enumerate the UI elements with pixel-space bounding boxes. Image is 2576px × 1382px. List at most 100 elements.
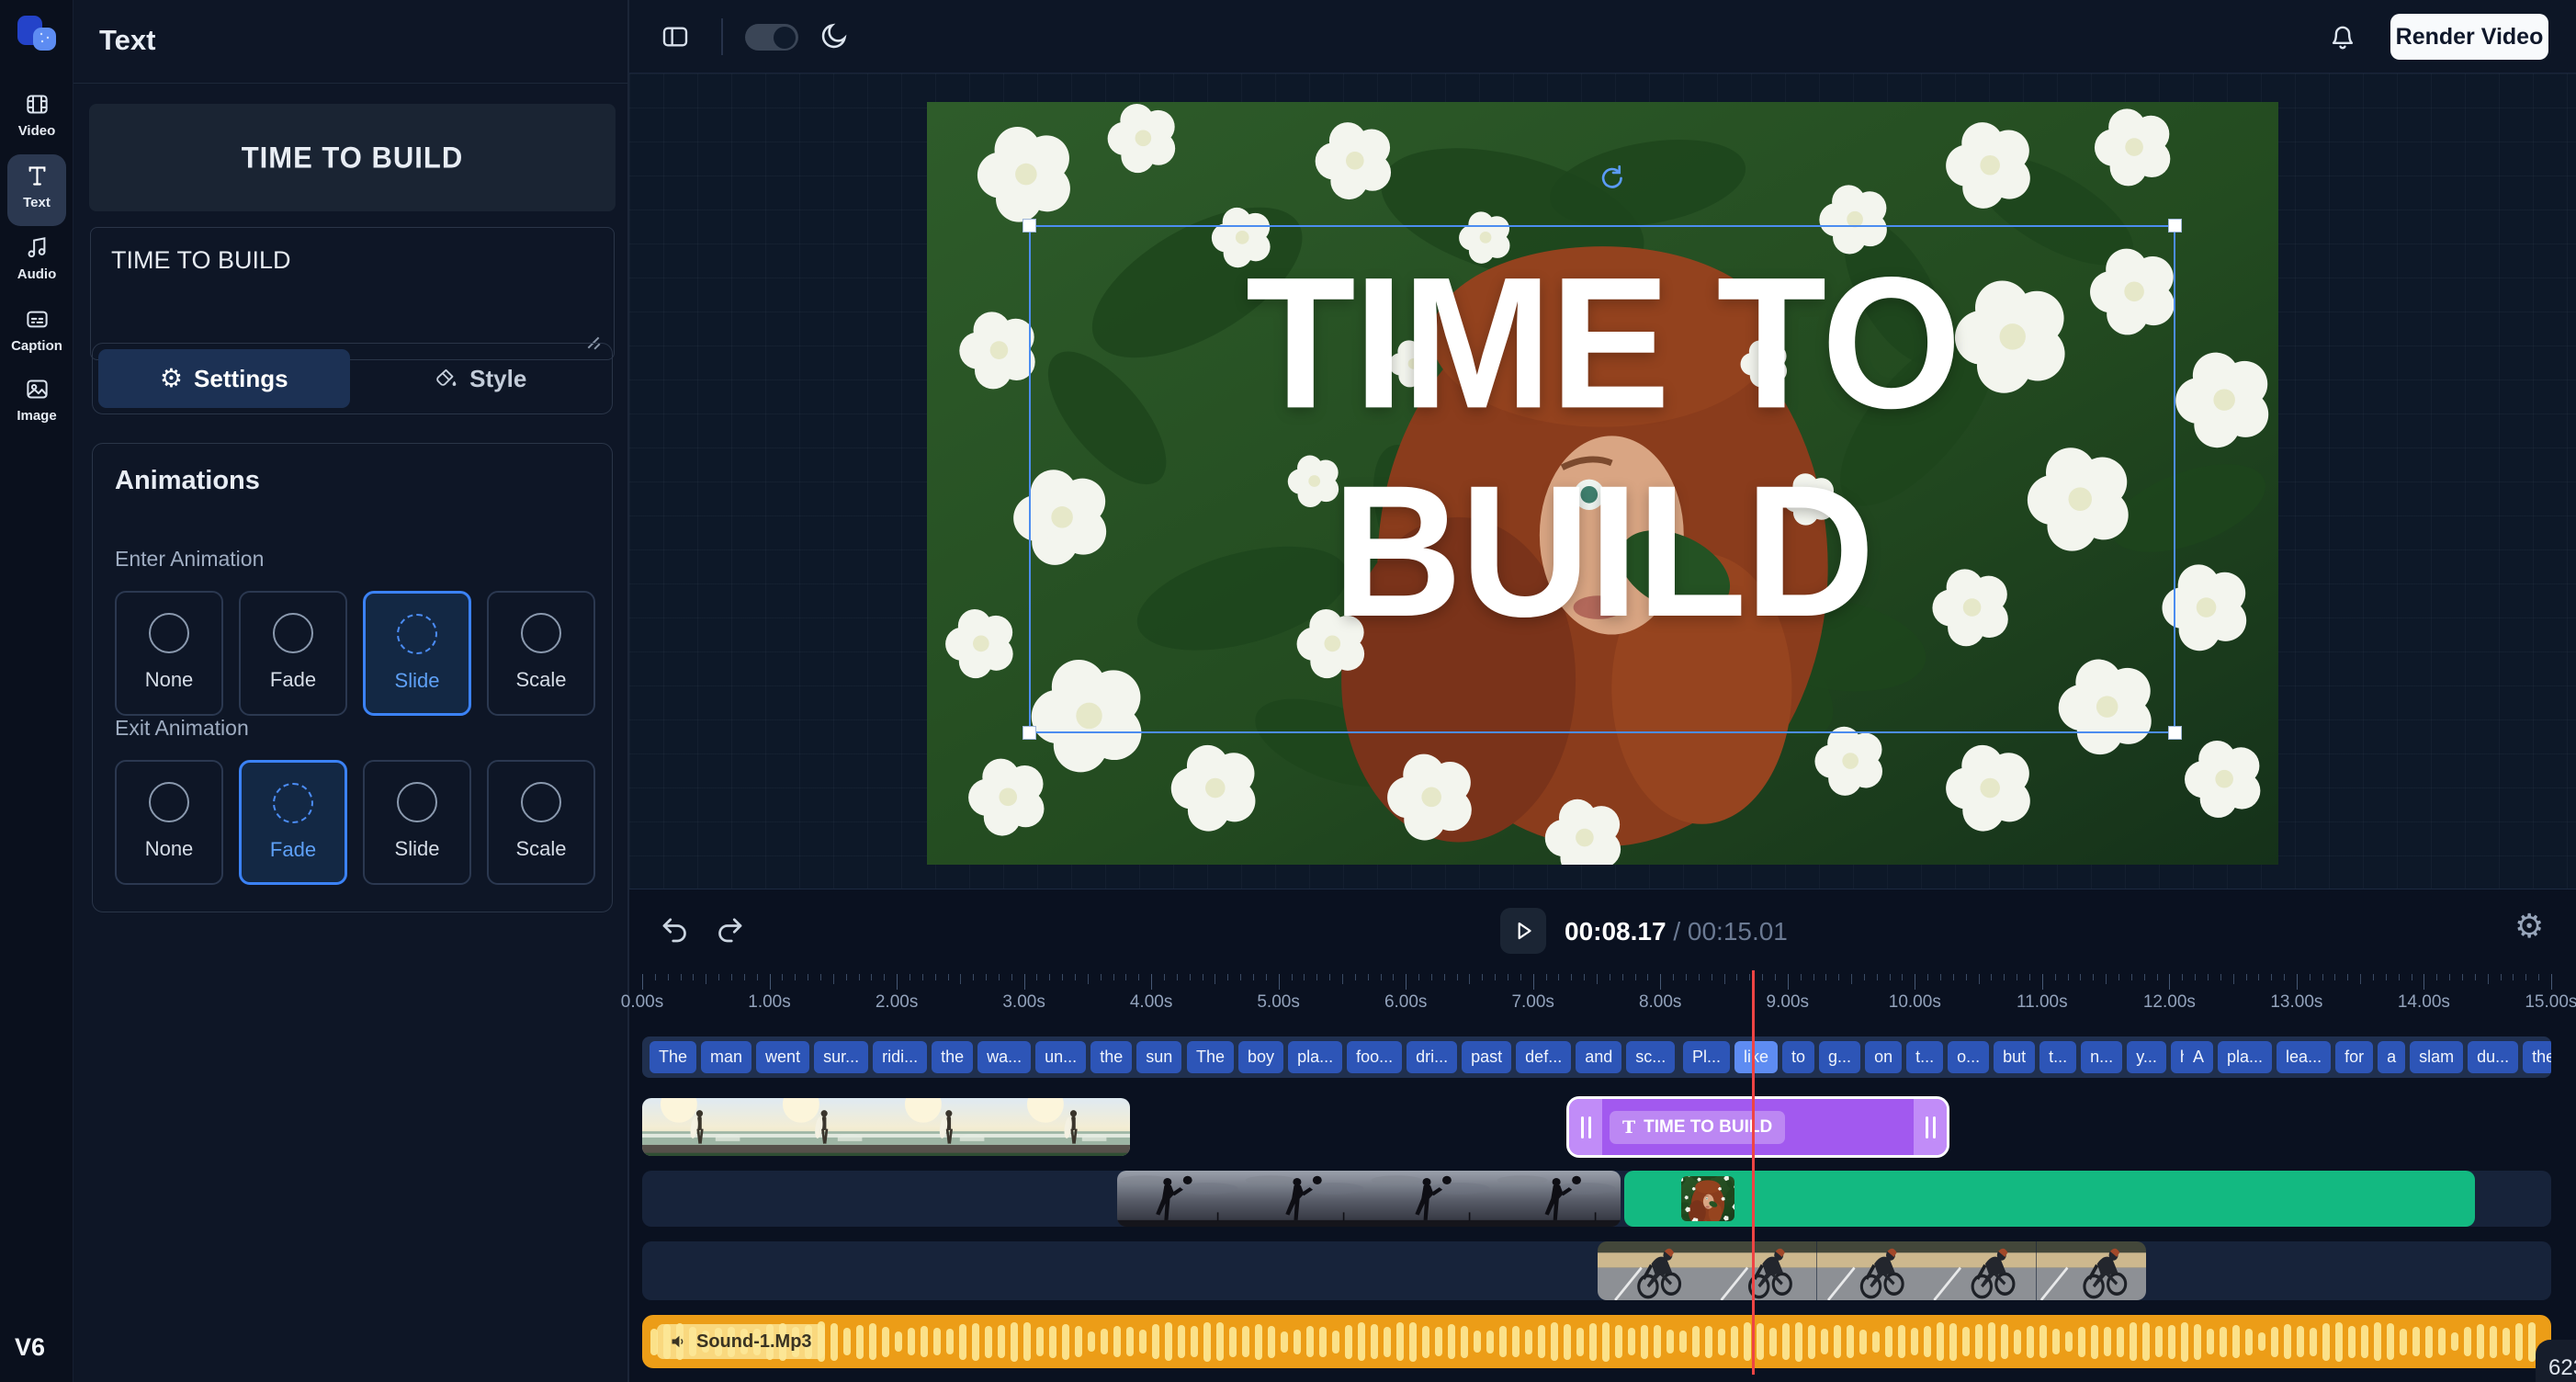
anim-option-enter-none[interactable]: None bbox=[115, 591, 223, 716]
ruler-tick bbox=[681, 974, 682, 980]
text-clip[interactable]: T TIME TO BUILD bbox=[1566, 1096, 1949, 1158]
selection-box[interactable] bbox=[1029, 225, 2175, 733]
caption-word-chip[interactable]: the bbox=[1090, 1041, 1132, 1073]
panel-toggle-icon[interactable] bbox=[661, 22, 690, 51]
anim-option-exit-fade[interactable]: Fade bbox=[239, 760, 347, 885]
caption-word-chip[interactable]: t... bbox=[2039, 1041, 2076, 1073]
ruler-tick bbox=[1979, 974, 1980, 984]
cycling-thumbnail bbox=[1598, 1241, 1707, 1300]
caption-word-chip[interactable]: pla... bbox=[1288, 1041, 1342, 1073]
caption-group: Apla...lea...foraslamdu...the bbox=[2184, 1041, 2551, 1073]
caption-word-chip[interactable]: man bbox=[701, 1041, 751, 1073]
sidebar-item-label: Video bbox=[18, 123, 56, 139]
caption-word-chip[interactable]: dri... bbox=[1407, 1041, 1457, 1073]
sidebar-item-audio[interactable]: Audio bbox=[0, 235, 73, 282]
caption-word-chip[interactable]: A bbox=[2184, 1041, 2213, 1073]
caption-word-chip[interactable]: boy bbox=[1238, 1041, 1283, 1073]
caption-word-chip[interactable]: lea... bbox=[2277, 1041, 2331, 1073]
caption-word-chip[interactable]: and bbox=[1576, 1041, 1621, 1073]
ruler-tick bbox=[1227, 974, 1228, 980]
selection-handle-nw[interactable] bbox=[1022, 219, 1036, 232]
caption-word-chip[interactable]: sc... bbox=[1626, 1041, 1675, 1073]
waveform-bar bbox=[1255, 1324, 1262, 1360]
bell-icon[interactable] bbox=[2327, 20, 2358, 51]
caption-word-chip[interactable]: un... bbox=[1035, 1041, 1086, 1073]
selection-handle-ne[interactable] bbox=[2168, 219, 2182, 232]
trim-handle-left[interactable] bbox=[1569, 1099, 1602, 1155]
render-video-button[interactable]: Render Video bbox=[2390, 14, 2548, 60]
cycling-thumbnail bbox=[1817, 1241, 1926, 1300]
waveform-bar bbox=[1705, 1326, 1712, 1358]
anim-option-enter-slide[interactable]: Slide bbox=[363, 591, 471, 716]
anim-option-exit-slide[interactable]: Slide bbox=[363, 760, 471, 885]
caption-word-chip[interactable]: slam bbox=[2410, 1041, 2463, 1073]
caption-word-chip[interactable]: to bbox=[1782, 1041, 1814, 1073]
anim-option-exit-scale[interactable]: Scale bbox=[487, 760, 595, 885]
sidebar-item-text[interactable]: Text bbox=[0, 164, 73, 210]
caption-word-chip[interactable]: sur... bbox=[814, 1041, 868, 1073]
caption-word-chip[interactable]: g... bbox=[1819, 1041, 1860, 1073]
caption-word-chip[interactable]: ridi... bbox=[873, 1041, 927, 1073]
caption-word-chip[interactable]: o... bbox=[1948, 1041, 1989, 1073]
caption-word-chip[interactable]: n... bbox=[2081, 1041, 2122, 1073]
caption-word-chip[interactable]: but bbox=[1994, 1041, 2035, 1073]
caption-word-chip[interactable]: pla... bbox=[2218, 1041, 2272, 1073]
caption-word-chip[interactable]: the bbox=[2523, 1041, 2551, 1073]
playhead[interactable] bbox=[1752, 970, 1755, 1375]
tab-style[interactable]: Style bbox=[356, 349, 607, 408]
anim-option-label: Scale bbox=[515, 668, 566, 692]
caption-word-chip[interactable]: The bbox=[650, 1041, 696, 1073]
waveform-bar bbox=[1808, 1325, 1815, 1359]
caption-word-chip[interactable]: a bbox=[2378, 1041, 2405, 1073]
ruler-tick bbox=[757, 974, 758, 980]
text-content-input[interactable]: TIME TO BUILD bbox=[90, 227, 615, 360]
video-frame[interactable]: TIME TO BUILD bbox=[927, 102, 2278, 865]
trim-handle-right[interactable] bbox=[1914, 1099, 1947, 1155]
caption-word-chip[interactable]: foo... bbox=[1347, 1041, 1402, 1073]
waveform-bar bbox=[2168, 1325, 2175, 1359]
app-logo[interactable] bbox=[14, 13, 60, 59]
video-clip-soccer[interactable] bbox=[1117, 1171, 1621, 1227]
anim-option-exit-none[interactable]: None bbox=[115, 760, 223, 885]
caption-word-chip-active[interactable]: like bbox=[1734, 1041, 1778, 1073]
video-clip-surfer[interactable] bbox=[642, 1098, 1130, 1156]
audio-clip[interactable]: Sound-1.Mp3 bbox=[642, 1315, 2551, 1368]
caption-word-chip[interactable]: y... bbox=[2127, 1041, 2166, 1073]
anim-option-enter-scale[interactable]: Scale bbox=[487, 591, 595, 716]
caption-word-chip[interactable]: t... bbox=[1906, 1041, 1943, 1073]
caption-word-chip[interactable]: Pl... bbox=[1683, 1041, 1730, 1073]
anim-option-enter-fade[interactable]: Fade bbox=[239, 591, 347, 716]
moon-icon[interactable] bbox=[819, 20, 850, 51]
caption-word-chip[interactable]: went bbox=[756, 1041, 809, 1073]
caption-word-chip[interactable]: the bbox=[932, 1041, 973, 1073]
caption-word-chip[interactable]: sun bbox=[1136, 1041, 1181, 1073]
sidebar-item-label: Caption bbox=[11, 338, 62, 354]
ruler-tick bbox=[1635, 974, 1636, 980]
sidebar-item-video[interactable]: Video bbox=[0, 92, 73, 139]
timeline-ruler[interactable]: 0.00s1.00s2.00s3.00s4.00s5.00s6.00s7.00s… bbox=[642, 974, 2551, 1016]
text-style-preview[interactable]: TIME TO BUILD bbox=[89, 104, 616, 211]
caption-word-chip[interactable]: on bbox=[1865, 1041, 1902, 1073]
caption-word-chip[interactable]: The bbox=[1187, 1041, 1234, 1073]
caption-track[interactable]: Themanwentsur...ridi...thewa...un...thes… bbox=[642, 1036, 2551, 1078]
caption-word-chip[interactable]: du... bbox=[2468, 1041, 2518, 1073]
caption-word-chip[interactable]: for bbox=[2335, 1041, 2373, 1073]
ruler-tick bbox=[2169, 974, 2170, 990]
rotate-handle-icon[interactable] bbox=[1595, 163, 1626, 194]
sidebar-item-image[interactable]: Image bbox=[0, 377, 73, 424]
timeline-panel: 00:08.17 / 00:15.01 ⚙ 0.00s1.00s2.00s3.0… bbox=[629, 889, 2576, 1382]
track-3-background bbox=[642, 1241, 2551, 1300]
video-clip-cycling[interactable] bbox=[1598, 1241, 2146, 1300]
sidebar-item-caption[interactable]: Caption bbox=[0, 307, 73, 354]
caption-word-chip[interactable]: past bbox=[1462, 1041, 1511, 1073]
selection-handle-sw[interactable] bbox=[1022, 726, 1036, 740]
selection-handle-se[interactable] bbox=[2168, 726, 2182, 740]
caption-word-chip[interactable]: wa... bbox=[977, 1041, 1031, 1073]
ruler-tick bbox=[1266, 974, 1267, 980]
preview-canvas[interactable]: TIME TO BUILD bbox=[629, 74, 2576, 889]
caption-word-chip[interactable]: def... bbox=[1516, 1041, 1571, 1073]
tab-settings[interactable]: ⚙ Settings bbox=[98, 349, 350, 408]
theme-toggle[interactable] bbox=[745, 24, 798, 51]
waveform-bar bbox=[1512, 1326, 1520, 1357]
ruler-tick bbox=[1825, 974, 1826, 980]
